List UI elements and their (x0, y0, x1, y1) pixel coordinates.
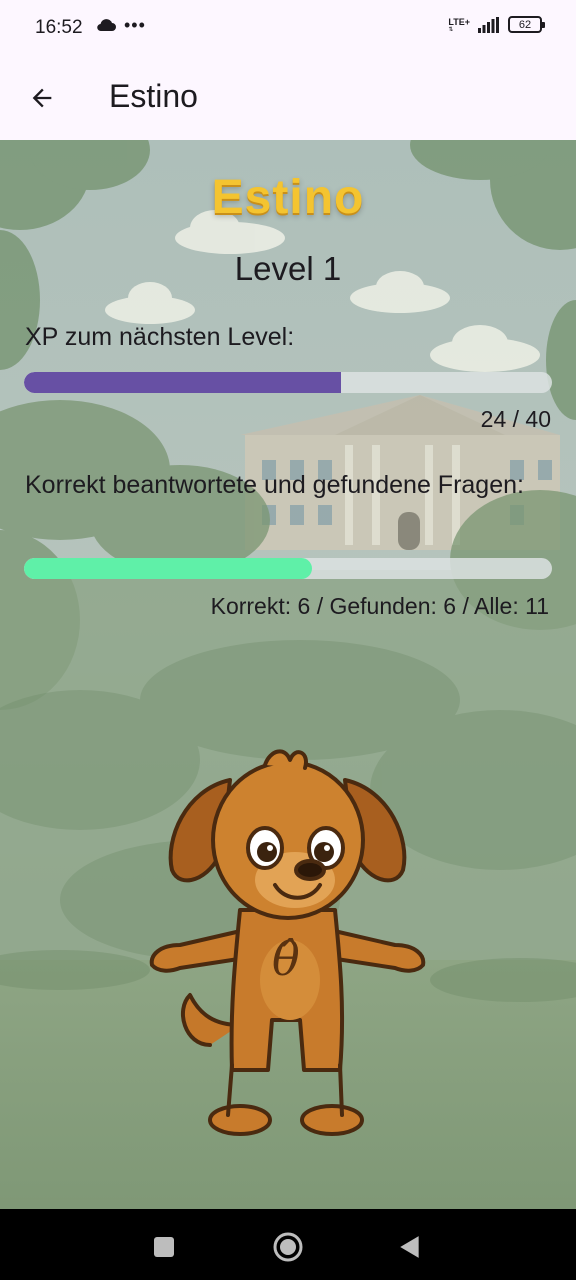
mascot-symbol: θ̂ (272, 932, 300, 986)
status-time: 16:52 (35, 17, 83, 38)
nav-back-button[interactable] (394, 1231, 426, 1263)
xp-label: XP zum nächsten Level: (25, 323, 295, 351)
app-bar-title: Estino (109, 78, 198, 114)
xp-count: 24 / 40 (480, 406, 551, 432)
system-nav-bar (0, 1209, 576, 1280)
xp-progress-bar (24, 372, 552, 393)
questions-stats: Korrekt: 6 / Gefunden: 6 / Alle: 11 (210, 593, 549, 619)
status-right-icons: LTE+ ⇅ 62 (448, 16, 545, 33)
xp-progress-fill (24, 372, 341, 393)
more-dots-icon: ••• (124, 15, 146, 35)
arrow-back-icon (32, 88, 52, 108)
game-scene: θ̂ Estino Level 1 XP zum nächsten Level:… (0, 140, 576, 1209)
app-bar: Estino (0, 56, 576, 140)
back-triangle-icon (400, 1236, 419, 1258)
battery-level: 62 (518, 18, 532, 31)
level-text: Level 1 (234, 250, 342, 287)
home-button[interactable] (272, 1231, 304, 1263)
home-circle-icon (273, 1232, 303, 1262)
network-type: LTE+ (448, 16, 470, 27)
battery-icon: 62 (508, 16, 545, 33)
cloud-icon (97, 19, 116, 32)
recents-button[interactable] (148, 1231, 180, 1263)
questions-progress-bar (24, 558, 552, 579)
questions-progress-fill (24, 558, 312, 579)
game-title: Estino (211, 171, 365, 224)
status-left-icons: ••• (96, 14, 146, 36)
back-button[interactable] (20, 76, 64, 120)
recents-square-icon (154, 1237, 174, 1257)
data-arrows-icon: ⇅ (448, 26, 454, 33)
status-bar: 16:52 ••• LTE+ ⇅ 62 (0, 0, 576, 56)
background-illustration (0, 140, 576, 1209)
questions-label: Korrekt beantwortete und gefundene Frage… (25, 471, 524, 499)
signal-icon (478, 16, 499, 33)
